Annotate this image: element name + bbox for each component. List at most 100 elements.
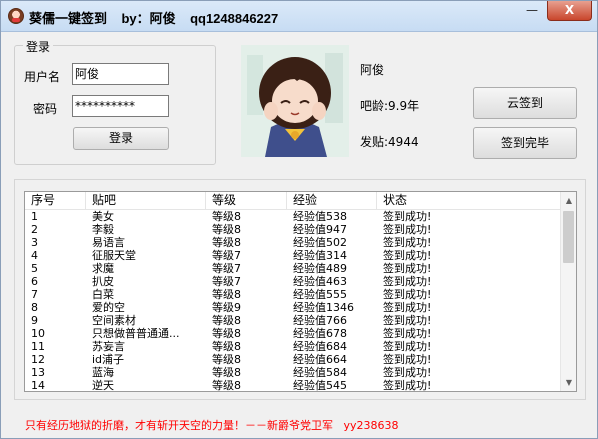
password-label: 密码: [33, 102, 58, 116]
app-icon: [8, 8, 24, 24]
table-row[interactable]: 2 李毅 等级8 经验值947 签到成功!: [25, 223, 560, 236]
row-exp: 经验值947: [293, 223, 347, 236]
avatar: [241, 45, 349, 157]
column-header-level[interactable]: 等级: [206, 192, 287, 209]
table-row[interactable]: 5 求魔 等级7 经验值489 签到成功!: [25, 262, 560, 275]
row-exp: 经验值766: [293, 314, 347, 327]
row-status: 签到成功!: [383, 262, 432, 275]
row-exp: 经验值555: [293, 288, 347, 301]
row-index: 2: [31, 223, 38, 236]
table-body: 1 美女 等级8 经验值538 签到成功! 2 李毅 等级8 经验值947 签到成功! 3 易语言 等级…: [25, 210, 560, 392]
row-exp: 经验值664: [293, 353, 347, 366]
table-scrollbar[interactable]: ▲ ▼: [560, 192, 576, 391]
row-forum: 征服天堂: [92, 249, 136, 262]
minimize-button[interactable]: —: [519, 1, 545, 21]
password-input[interactable]: **********: [72, 95, 169, 117]
column-header-index[interactable]: 序号: [25, 192, 86, 209]
close-button[interactable]: X: [547, 1, 592, 21]
profile-age: 吧龄:9.9年: [360, 99, 420, 113]
table-row[interactable]: 13 蓝海 等级8 经验值584 签到成功!: [25, 366, 560, 379]
row-forum: 爱的空: [92, 301, 125, 314]
window-title: 葵儒一键签到 by：阿俊 qq1248846227: [29, 11, 279, 26]
sign-done-button[interactable]: 签到完毕: [473, 127, 577, 159]
row-level: 等级8: [212, 353, 241, 366]
row-index: 10: [31, 327, 45, 340]
username-input[interactable]: 阿俊: [72, 63, 169, 85]
cloud-sign-button[interactable]: 云签到: [473, 87, 577, 119]
table-row[interactable]: 6 扒皮 等级7 经验值463 签到成功!: [25, 275, 560, 288]
column-header-status[interactable]: 状态: [377, 192, 560, 209]
row-exp: 经验值684: [293, 340, 347, 353]
row-level: 等级8: [212, 379, 241, 392]
scrollbar-thumb[interactable]: [563, 211, 574, 263]
row-exp: 经验值489: [293, 262, 347, 275]
row-forum: id浦子: [92, 353, 125, 366]
row-level: 等级8: [212, 223, 241, 236]
row-forum: 白菜: [92, 288, 114, 301]
scroll-up-arrow-icon[interactable]: ▲: [561, 192, 576, 209]
row-level: 等级9: [212, 301, 241, 314]
profile-name: 阿俊: [360, 63, 385, 77]
sign-result-table[interactable]: 序号 贴吧 等级 经验 状态 1 美女 等级8 经验值538 签到成功! 2 李毅 等级8 经验…: [24, 191, 577, 392]
row-status: 签到成功!: [383, 327, 432, 340]
row-status: 签到成功!: [383, 314, 432, 327]
row-exp: 经验值538: [293, 210, 347, 223]
table-row[interactable]: 1 美女 等级8 经验值538 签到成功!: [25, 210, 560, 223]
row-exp: 经验值678: [293, 327, 347, 340]
column-header-exp[interactable]: 经验: [287, 192, 377, 209]
table-row[interactable]: 8 爱的空 等级9 经验值1346 签到成功!: [25, 301, 560, 314]
login-group-title: 登录: [23, 38, 54, 55]
row-forum: 易语言: [92, 236, 125, 249]
row-level: 等级8: [212, 210, 241, 223]
table-row[interactable]: 4 征服天堂 等级7 经验值314 签到成功!: [25, 249, 560, 262]
row-level: 等级7: [212, 262, 241, 275]
row-status: 签到成功!: [383, 223, 432, 236]
row-forum: 扒皮: [92, 275, 114, 288]
row-level: 等级7: [212, 249, 241, 262]
row-forum: 逆天: [92, 379, 114, 392]
row-exp: 经验值502: [293, 236, 347, 249]
table-row[interactable]: 14 逆天 等级8 经验值545 签到成功!: [25, 379, 560, 392]
row-status: 签到成功!: [383, 210, 432, 223]
avatar-image: [241, 45, 349, 157]
row-forum: 空间素材: [92, 314, 136, 327]
main-window: 葵儒一键签到 by：阿俊 qq1248846227 — X 登录 用户名 阿俊 …: [0, 0, 598, 439]
row-forum: 只想做普普通通...: [92, 327, 180, 340]
row-forum: 蓝海: [92, 366, 114, 379]
profile-posts: 发贴:4944: [360, 135, 419, 149]
row-status: 签到成功!: [383, 236, 432, 249]
table-row[interactable]: 10 只想做普普通通... 等级8 经验值678 签到成功!: [25, 327, 560, 340]
row-exp: 经验值314: [293, 249, 347, 262]
scroll-down-arrow-icon[interactable]: ▼: [561, 374, 576, 391]
table-row[interactable]: 7 白菜 等级8 经验值555 签到成功!: [25, 288, 560, 301]
row-status: 签到成功!: [383, 301, 432, 314]
row-index: 6: [31, 275, 38, 288]
row-exp: 经验值1346: [293, 301, 354, 314]
row-index: 4: [31, 249, 38, 262]
row-forum: 苏妄言: [92, 340, 125, 353]
row-status: 签到成功!: [383, 249, 432, 262]
row-exp: 经验值463: [293, 275, 347, 288]
row-forum: 美女: [92, 210, 114, 223]
column-header-forum[interactable]: 贴吧: [86, 192, 206, 209]
row-index: 14: [31, 379, 45, 392]
table-row[interactable]: 11 苏妄言 等级8 经验值684 签到成功!: [25, 340, 560, 353]
row-level: 等级8: [212, 236, 241, 249]
title-bar[interactable]: 葵儒一键签到 by：阿俊 qq1248846227 — X: [1, 1, 597, 32]
row-forum: 李毅: [92, 223, 114, 236]
row-status: 签到成功!: [383, 340, 432, 353]
row-forum: 求魔: [92, 262, 114, 275]
table-row[interactable]: 3 易语言 等级8 经验值502 签到成功!: [25, 236, 560, 249]
row-level: 等级8: [212, 288, 241, 301]
row-status: 签到成功!: [383, 288, 432, 301]
row-index: 13: [31, 366, 45, 379]
row-index: 9: [31, 314, 38, 327]
row-status: 签到成功!: [383, 275, 432, 288]
row-index: 5: [31, 262, 38, 275]
row-index: 11: [31, 340, 45, 353]
row-status: 签到成功!: [383, 379, 432, 392]
table-row[interactable]: 9 空间素材 等级8 经验值766 签到成功!: [25, 314, 560, 327]
login-button[interactable]: 登录: [73, 127, 169, 150]
row-index: 1: [31, 210, 38, 223]
table-row[interactable]: 12 id浦子 等级8 经验值664 签到成功!: [25, 353, 560, 366]
